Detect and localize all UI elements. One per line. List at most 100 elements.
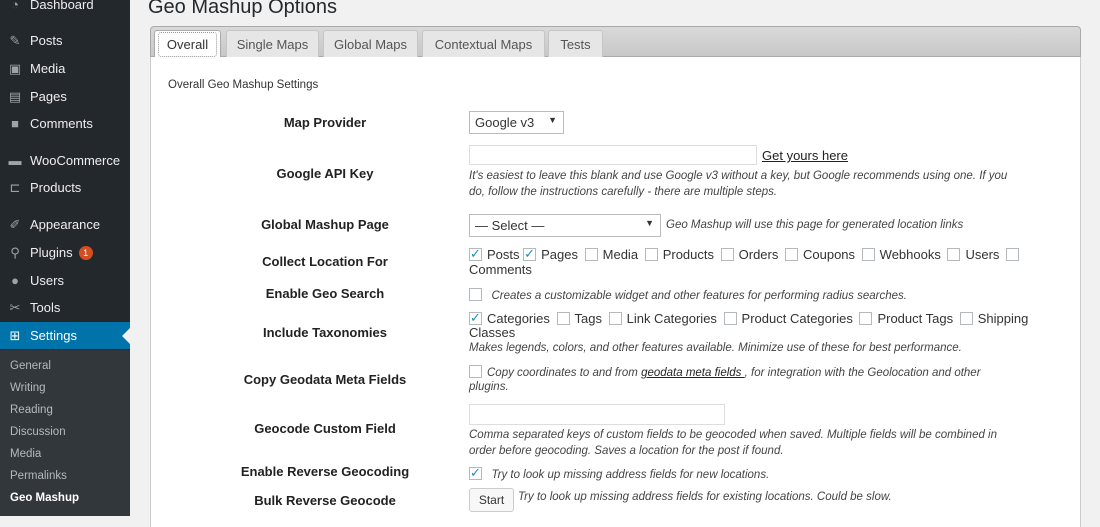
checkbox-webhooks[interactable] <box>861 248 875 261</box>
menu-posts[interactable]: ✎ Posts <box>0 27 130 54</box>
chevron-down-icon: ▼ <box>645 218 654 228</box>
checkbox-tags[interactable] <box>556 312 570 325</box>
brush-icon: ✐ <box>9 216 21 232</box>
checkbox-pages[interactable] <box>523 246 537 262</box>
checkbox-comments[interactable] <box>1006 248 1020 261</box>
tab-contextual-maps[interactable]: Contextual Maps <box>422 30 545 58</box>
checkbox-coupons[interactable] <box>784 248 798 261</box>
geocode-custom-label: Geocode Custom Field <box>254 421 396 436</box>
submenu-media[interactable]: Media <box>10 448 41 460</box>
checkbox-copy-meta[interactable] <box>469 365 482 378</box>
menu-pages[interactable]: ▤ Pages <box>0 83 130 110</box>
chevron-down-icon: ▼ <box>548 115 557 125</box>
submenu-permalinks[interactable]: Permalinks <box>10 470 67 482</box>
checkbox-geo-search[interactable] <box>469 288 482 301</box>
get-key-link[interactable]: Get yours here <box>762 148 848 163</box>
geo-search-desc: Creates a customizable widget and other … <box>491 290 907 302</box>
option-label: Webhooks <box>879 247 941 262</box>
checkbox-product-tags[interactable] <box>859 312 873 325</box>
option-label: Posts <box>487 247 520 262</box>
global-mashup-page-desc: Geo Mashup will use this page for genera… <box>666 219 964 231</box>
option-label: Tags <box>574 311 602 326</box>
tab-label: Overall <box>157 32 218 57</box>
option-label: Link Categories <box>626 311 717 326</box>
copy-meta-label: Copy Geodata Meta Fields <box>243 372 407 387</box>
option-label: Products <box>662 247 714 262</box>
tabs-bar: Overall Single Maps Global Maps Contextu… <box>150 26 1081 59</box>
tab-single-maps[interactable]: Single Maps <box>226 30 319 58</box>
tab-tests[interactable]: Tests <box>548 30 603 58</box>
collect-location-label: Collect Location For <box>262 254 388 269</box>
bulk-reverse-desc: Try to look up missing address fields fo… <box>518 491 892 503</box>
pin-icon: ✎ <box>9 32 21 48</box>
menu-label: Dashboard <box>30 0 94 12</box>
geodata-meta-fields-link[interactable]: geodata meta fields <box>641 367 745 379</box>
option-label: Shipping <box>977 311 1029 326</box>
checkbox-shipping-classes[interactable] <box>959 312 973 325</box>
option-label: Categories <box>487 311 550 326</box>
checkbox-products[interactable] <box>644 248 658 261</box>
desc-line: order before geocoding. Saves a location… <box>469 445 784 457</box>
desc-line: Comma separated keys of custom fields to… <box>469 429 998 441</box>
desc-text: , for integration with the Geolocation a… <box>744 367 981 379</box>
checkbox-users[interactable] <box>947 248 961 261</box>
cart-icon: ⊏ <box>9 179 21 195</box>
submenu-discussion[interactable]: Discussion <box>10 426 66 438</box>
plugins-update-badge: 1 <box>78 245 93 260</box>
checkbox-categories[interactable] <box>469 310 482 326</box>
checkbox-media[interactable] <box>584 248 598 261</box>
map-provider-value: Google v3 <box>475 115 535 130</box>
google-api-key-input[interactable] <box>469 145 757 165</box>
menu-label: Tools <box>30 300 61 315</box>
menu-tools[interactable]: ✂ Tools <box>0 294 130 321</box>
menu-label: Comments <box>30 116 93 131</box>
reverse-geocoding-row: Try to look up missing address fields fo… <box>469 465 769 483</box>
reverse-geocoding-label: Enable Reverse Geocoding <box>240 464 410 479</box>
user-icon: ● <box>11 273 19 288</box>
menu-media[interactable]: ▣ Media <box>0 55 130 82</box>
taxonomies-label: Include Taxonomies <box>262 325 387 340</box>
checkbox-orders[interactable] <box>720 248 734 261</box>
collect-location-options: Posts Pages Media Products Orders Coupon… <box>469 246 1024 262</box>
menu-label: Media <box>30 61 66 76</box>
menu-comments[interactable]: ■ Comments <box>0 110 130 137</box>
submenu-writing[interactable]: Writing <box>10 382 46 394</box>
checkbox-product-categories[interactable] <box>723 312 737 325</box>
global-mashup-page-label: Global Mashup Page <box>261 217 389 232</box>
copy-meta-desc-line2: plugins. <box>469 381 509 393</box>
submenu-geo-mashup[interactable]: Geo Mashup <box>10 492 79 504</box>
tab-global-maps[interactable]: Global Maps <box>323 30 418 58</box>
settings-submenu: General Writing Reading Discussion Media… <box>0 350 130 516</box>
submenu-reading[interactable]: Reading <box>10 404 53 416</box>
google-api-key-label: Google API Key <box>276 166 374 181</box>
taxonomies-desc: Makes legends, colors, and other feature… <box>469 342 962 354</box>
menu-users[interactable]: ● Users <box>0 267 130 294</box>
start-button[interactable]: Start <box>469 488 514 512</box>
checkbox-reverse-geocoding[interactable] <box>469 465 482 481</box>
menu-label: Products <box>30 180 82 195</box>
menu-settings[interactable]: ⊞ Settings <box>0 322 130 349</box>
tab-overall[interactable]: Overall <box>154 30 221 59</box>
menu-label: WooCommerce <box>30 153 121 168</box>
checkbox-link-categories[interactable] <box>608 312 622 325</box>
map-provider-label: Map Provider <box>283 115 367 130</box>
global-mashup-page-value: — Select — <box>475 218 545 233</box>
page-title: Geo Mashup Options <box>148 0 337 18</box>
menu-dashboard[interactable]: ◔ Dashboard <box>0 0 130 18</box>
checkbox-posts[interactable] <box>469 246 482 262</box>
menu-appearance[interactable]: ✐ Appearance <box>0 211 130 238</box>
desc-text: Copy coordinates to and from <box>487 367 642 379</box>
menu-plugins[interactable]: ⚲ Plugins 1 <box>0 239 130 266</box>
map-provider-select[interactable]: Google v3 ▼ <box>469 111 564 134</box>
comment-icon: ■ <box>11 116 19 131</box>
menu-products[interactable]: ⊏ Products <box>0 174 130 201</box>
submenu-general[interactable]: General <box>10 360 51 372</box>
menu-woocommerce[interactable]: ▬ WooCommerce <box>0 147 130 174</box>
option-label: Users <box>965 247 1000 262</box>
section-title: Overall Geo Mashup Settings <box>168 79 319 91</box>
classes-option-label: Classes <box>469 325 516 340</box>
dashboard-icon: ◔ <box>11 0 19 12</box>
option-label: Coupons <box>802 247 856 262</box>
global-mashup-page-select[interactable]: — Select — ▼ <box>469 214 661 237</box>
geocode-custom-input[interactable] <box>469 404 725 425</box>
